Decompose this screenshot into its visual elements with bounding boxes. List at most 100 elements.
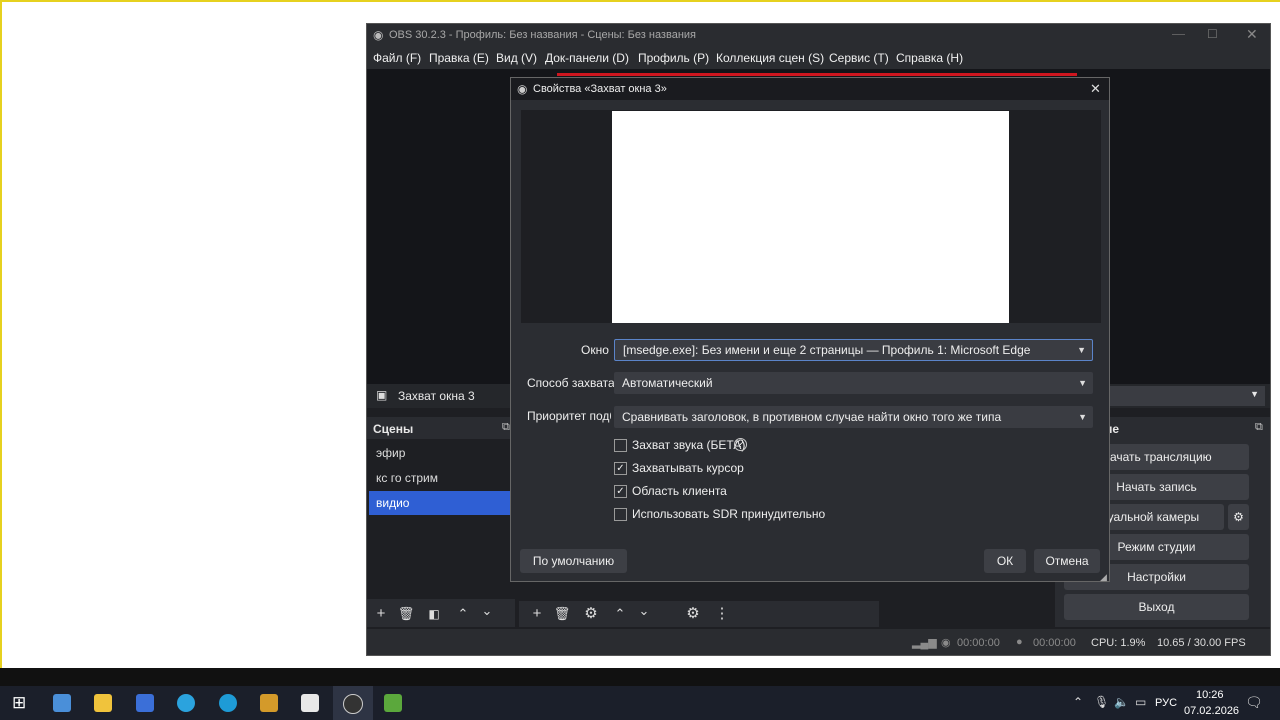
app-icon[interactable] — [136, 694, 154, 712]
match-priority-value: Сравнивать заголовок, в противном случае… — [622, 410, 1002, 424]
signal-icon: ▂▄▆ — [912, 637, 937, 649]
cpu-usage: CPU: 1.9% — [1091, 637, 1146, 649]
force-sdr-label: Использовать SDR принудительно — [632, 507, 826, 521]
menu-edit[interactable]: Правка (E) — [429, 51, 489, 65]
trash-icon[interactable]: 🗑 — [552, 604, 572, 624]
add-source-icon[interactable]: + — [527, 604, 547, 624]
capture-method-label: Способ захвата — [527, 376, 615, 390]
match-priority-label: Приоритет подб — [527, 409, 611, 423]
record-time: 00:00:00 — [1033, 637, 1076, 649]
window-title: OBS 30.2.3 - Профиль: Без названия - Сце… — [389, 29, 696, 41]
client-area-label: Область клиента — [632, 484, 727, 498]
scene-item-video[interactable]: видио — [369, 491, 511, 515]
match-priority-select[interactable]: Сравнивать заголовок, в противном случае… — [614, 406, 1093, 428]
record-icon: ● — [1016, 636, 1023, 648]
undock-icon[interactable]: ⧉ — [1255, 421, 1263, 434]
fps-readout: 10.65 / 30.00 FPS — [1157, 637, 1246, 649]
capture-audio-checkbox[interactable] — [614, 439, 627, 452]
close-icon[interactable]: ✕ — [1090, 81, 1101, 97]
chevron-up-icon[interactable]: ⌃ — [453, 604, 473, 624]
clock-time[interactable]: 10:26 — [1196, 689, 1224, 701]
mixer-settings-icon[interactable]: ⚙ — [683, 604, 703, 624]
undock-icon[interactable]: ⧉ — [502, 421, 510, 434]
add-scene-icon[interactable]: + — [371, 604, 391, 624]
ok-button[interactable]: ОК — [984, 549, 1026, 573]
defaults-button[interactable]: По умолчанию — [520, 549, 627, 573]
window-select[interactable]: [msedge.exe]: Без имени и еще 2 страницы… — [614, 339, 1093, 361]
chevron-up-icon[interactable]: ⌃ — [1073, 695, 1083, 709]
speaker-icon[interactable]: 🔈 — [1114, 695, 1129, 709]
capture-cursor-label: Захватывать курсор — [632, 461, 744, 475]
menu-tools[interactable]: Сервис (T) — [829, 51, 889, 65]
microphone-icon[interactable]: 🎙 — [1094, 695, 1109, 709]
exit-button[interactable]: Выход — [1064, 594, 1249, 620]
status-bar: ▂▄▆ ◉ 00:00:00 ● 00:00:00 CPU: 1.9% 10.6… — [367, 629, 1270, 655]
scene-item-efir[interactable]: эфир — [369, 441, 511, 465]
obs-logo-icon: ◉ — [517, 82, 528, 96]
network-icon[interactable]: ▭ — [1135, 695, 1146, 709]
window-capture-icon: ▣ — [376, 388, 388, 402]
windows-start-icon[interactable]: ⊞ — [12, 693, 26, 713]
chevron-down-icon: ▼ — [1250, 389, 1259, 399]
file-explorer-icon[interactable] — [53, 694, 71, 712]
resize-grip-icon[interactable]: ◢ — [1100, 572, 1107, 583]
obs-titlebar: ◉ OBS 30.2.3 - Профиль: Без названия - С… — [367, 24, 1270, 47]
minecraft-icon[interactable] — [384, 694, 402, 712]
menu-scene-collection[interactable]: Коллекция сцен (S) — [716, 51, 824, 65]
store-icon[interactable] — [301, 694, 319, 712]
stream-time: 00:00:00 — [957, 637, 1000, 649]
source-preview — [612, 111, 1009, 323]
notification-icon[interactable]: 🗨 — [1245, 694, 1263, 711]
obs-logo-icon: ◉ — [373, 28, 384, 42]
obs-taskbar-icon[interactable] — [343, 694, 363, 714]
language-indicator[interactable]: РУС — [1155, 697, 1177, 709]
menu-help[interactable]: Справка (H) — [896, 51, 963, 65]
minimize-icon[interactable]: — — [1172, 26, 1185, 41]
filter-icon[interactable]: ◧ — [424, 604, 444, 624]
trash-icon[interactable]: 🗑 — [396, 604, 416, 624]
taskbar: ⊞ ⌃ 🎙 🔈 ▭ РУС 10:26 07.02.2026 🗨 — [0, 686, 1280, 720]
chevron-down-icon: ▼ — [1078, 378, 1087, 388]
background-strip — [0, 668, 1280, 686]
capture-method-value: Автоматический — [622, 376, 713, 390]
capture-method-select[interactable]: Автоматический ▼ — [614, 372, 1093, 394]
close-window-icon[interactable]: ✕ — [1246, 26, 1258, 43]
game-icon[interactable] — [260, 694, 278, 712]
telegram-icon[interactable] — [177, 694, 195, 712]
window-select-value: [msedge.exe]: Без имени и еще 2 страницы… — [623, 343, 1031, 357]
more-options-icon[interactable]: ⋮ — [712, 604, 732, 624]
edge-icon[interactable] — [219, 694, 237, 712]
cancel-button[interactable]: Отмена — [1034, 549, 1100, 573]
client-area-checkbox[interactable]: ✓ — [614, 485, 627, 498]
scenes-header: Сцены — [373, 422, 414, 436]
folder-icon[interactable] — [94, 694, 112, 712]
menu-file[interactable]: Файл (F) — [373, 51, 421, 65]
source-toolbar-dropdown[interactable]: ▼ — [1107, 386, 1265, 406]
maximize-icon[interactable]: ☐ — [1207, 27, 1218, 41]
clock-date[interactable]: 07.02.2026 — [1184, 705, 1239, 717]
gear-icon[interactable]: ⚙ — [581, 604, 601, 624]
chevron-down-icon[interactable]: ⌄ — [634, 601, 654, 621]
chevron-up-icon[interactable]: ⌃ — [610, 604, 630, 624]
scene-item-csgo[interactable]: кс го стрим — [369, 466, 511, 490]
menu-view[interactable]: Вид (V) — [496, 51, 537, 65]
capture-audio-label: Захват звука (БЕТА) — [632, 438, 746, 452]
help-icon[interactable]: ? — [734, 438, 747, 451]
dialog-title: Свойства «Захват окна 3» — [533, 83, 667, 95]
force-sdr-checkbox[interactable] — [614, 508, 627, 521]
scenes-panel: Сцены ⧉ эфир кс го стрим видио + 🗑 ◧ ⌃ ⌄ — [367, 417, 515, 627]
preview-red-border — [557, 73, 1077, 76]
stream-icon: ◉ — [941, 637, 951, 649]
chevron-down-icon: ▼ — [1077, 345, 1086, 355]
window-label: Окно — [581, 343, 609, 357]
chevron-down-icon[interactable]: ⌄ — [477, 601, 497, 621]
menu-profile[interactable]: Профиль (P) — [638, 51, 709, 65]
properties-dialog: ◉ Свойства «Захват окна 3» ✕ Окно [msedg… — [510, 77, 1110, 582]
menu-docks[interactable]: Док-панели (D) — [545, 51, 629, 65]
chevron-down-icon: ▼ — [1078, 412, 1087, 422]
menu-bar: Файл (F) Правка (E) Вид (V) Док-панели (… — [367, 47, 1270, 69]
capture-cursor-checkbox[interactable]: ✓ — [614, 462, 627, 475]
dialog-titlebar: ◉ Свойства «Захват окна 3» ✕ — [511, 78, 1109, 100]
selected-source-label: Захват окна 3 — [398, 389, 475, 403]
virtual-camera-gear-icon[interactable]: ⚙ — [1228, 504, 1249, 530]
